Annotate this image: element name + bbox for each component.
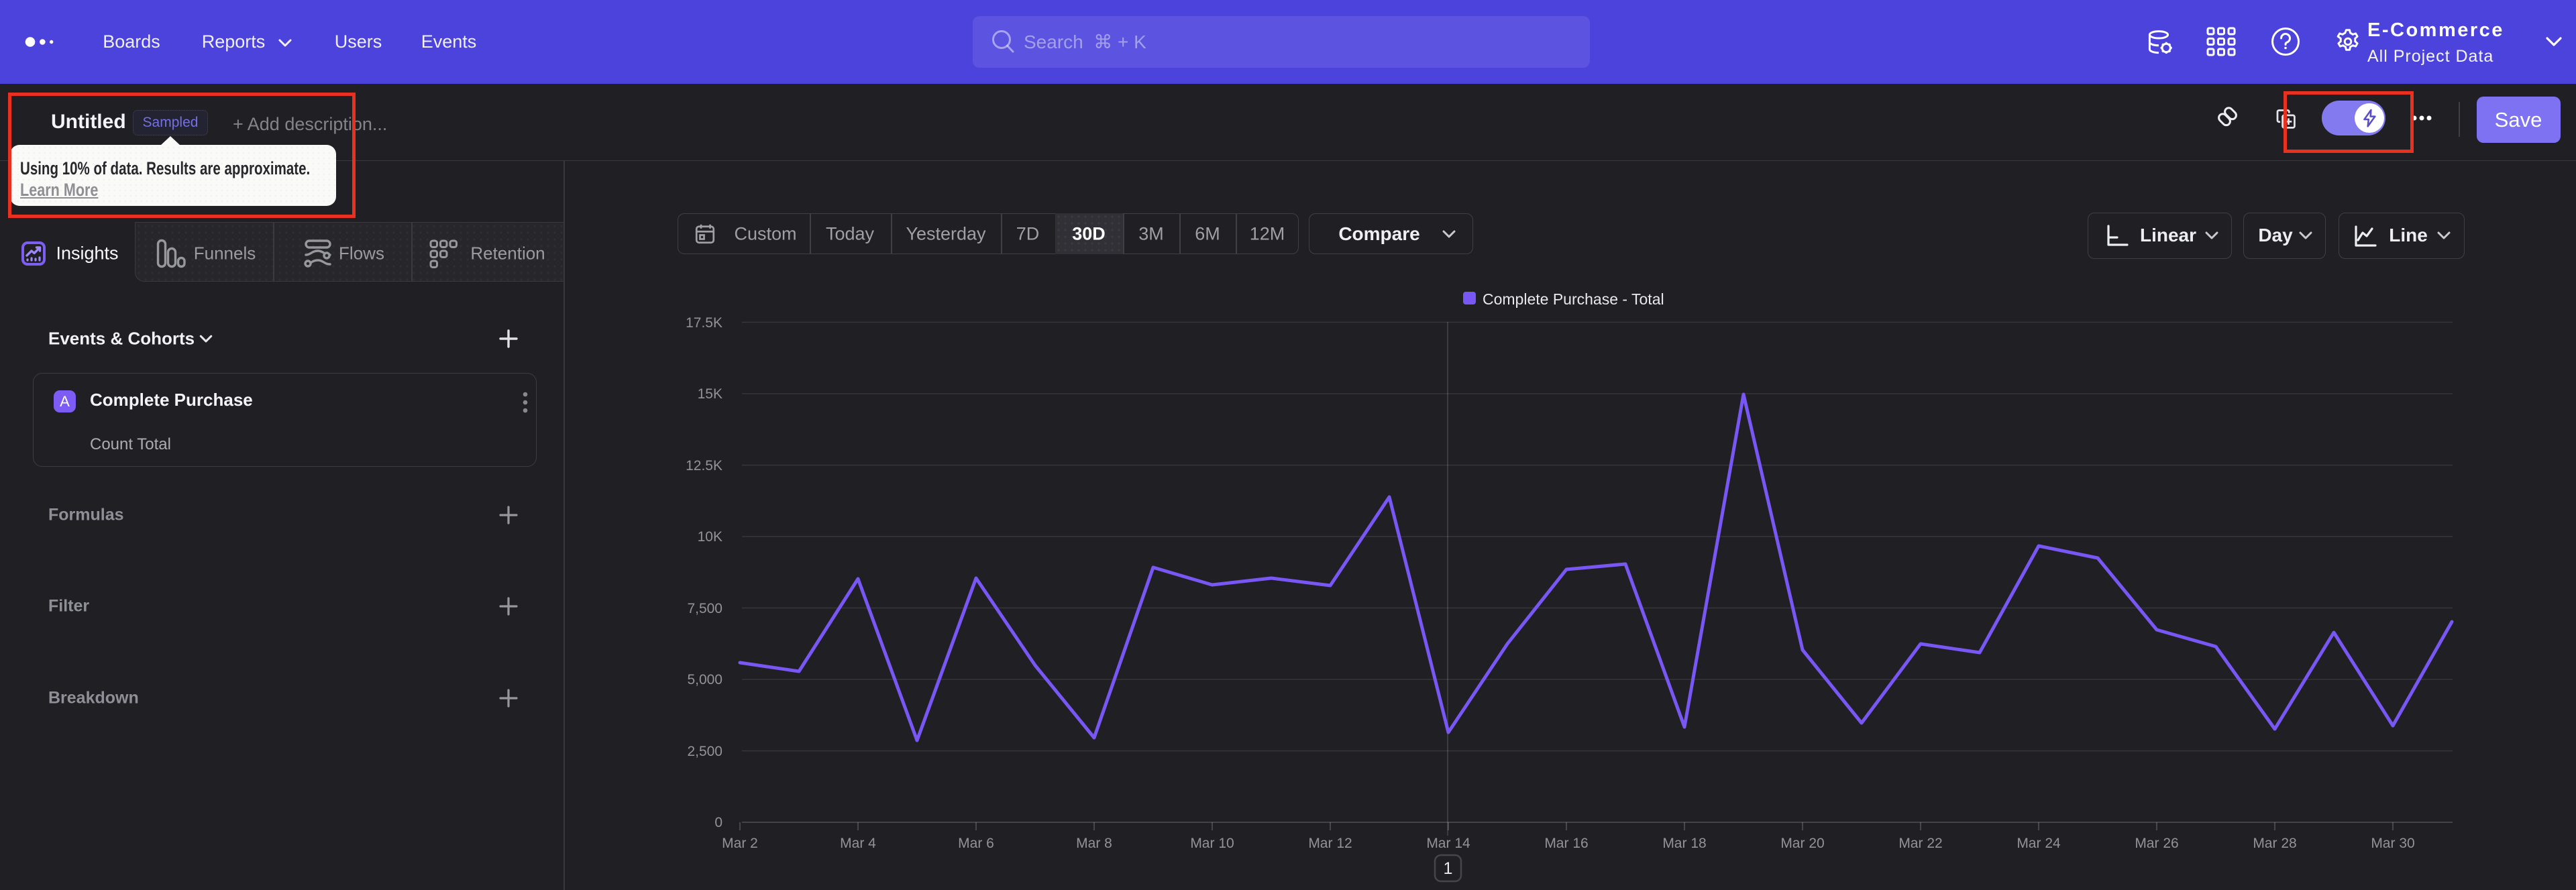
svg-text:Complete Purchase - Total: Complete Purchase - Total <box>1483 290 1664 308</box>
svg-text:Mar 6: Mar 6 <box>958 836 994 851</box>
svg-text:Mar 20: Mar 20 <box>1780 836 1824 851</box>
svg-text:17.5K: 17.5K <box>686 315 722 331</box>
svg-text:Mar 26: Mar 26 <box>2135 836 2178 851</box>
svg-text:Mar 10: Mar 10 <box>1190 836 1234 851</box>
svg-text:Mar 30: Mar 30 <box>2371 836 2414 851</box>
svg-text:Mar 18: Mar 18 <box>1662 836 1706 851</box>
svg-text:2,500: 2,500 <box>687 744 722 759</box>
svg-text:Mar 14: Mar 14 <box>1426 836 1470 851</box>
svg-text:Mar 28: Mar 28 <box>2253 836 2296 851</box>
svg-text:7,500: 7,500 <box>687 601 722 616</box>
svg-text:5,000: 5,000 <box>687 672 722 687</box>
svg-text:Mar 22: Mar 22 <box>1898 836 1942 851</box>
svg-text:0: 0 <box>714 815 722 830</box>
svg-text:Mar 16: Mar 16 <box>1544 836 1588 851</box>
svg-text:Mar 24: Mar 24 <box>2017 836 2061 851</box>
svg-text:Mar 12: Mar 12 <box>1308 836 1352 851</box>
svg-text:12.5K: 12.5K <box>686 458 722 474</box>
svg-text:Mar 8: Mar 8 <box>1076 836 1112 851</box>
svg-text:Mar 4: Mar 4 <box>840 836 876 851</box>
svg-text:1: 1 <box>1444 859 1453 878</box>
svg-text:15K: 15K <box>698 386 722 402</box>
svg-text:10K: 10K <box>698 529 722 545</box>
svg-text:Mar 2: Mar 2 <box>722 836 758 851</box>
